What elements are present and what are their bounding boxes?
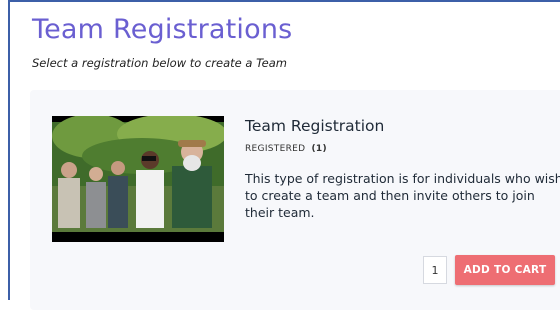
registration-status: REGISTERED (1) bbox=[245, 144, 327, 154]
registration-photo bbox=[52, 116, 224, 242]
quantity-input[interactable] bbox=[423, 256, 447, 284]
status-count: (1) bbox=[311, 144, 327, 154]
page-subtitle: Select a registration below to create a … bbox=[32, 56, 288, 70]
registration-title: Team Registration bbox=[245, 117, 385, 135]
registration-description: This type of registration is for individ… bbox=[245, 171, 560, 220]
group-photo-image bbox=[52, 116, 224, 242]
add-to-cart-button[interactable]: ADD TO CART bbox=[455, 255, 555, 285]
page-title: Team Registrations bbox=[32, 14, 293, 45]
status-label: REGISTERED bbox=[245, 144, 306, 154]
